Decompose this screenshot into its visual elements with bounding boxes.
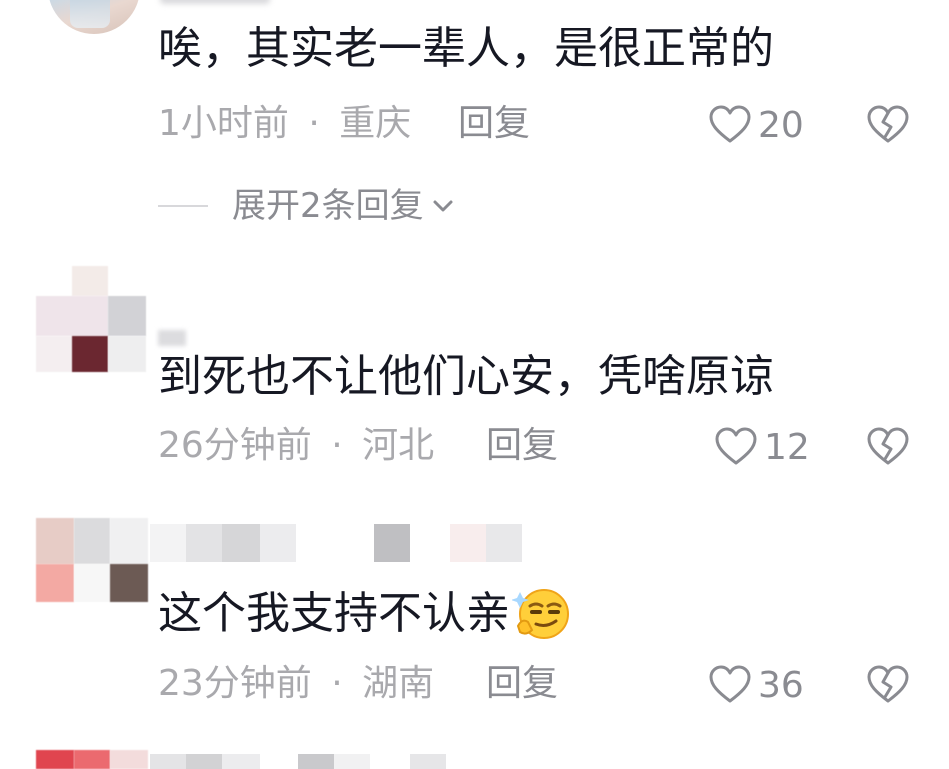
comment-meta: 23分钟前 · 湖南 — [158, 664, 434, 704]
meta-separator: · — [331, 425, 343, 466]
like-count: 36 — [758, 665, 804, 706]
avatar[interactable] — [36, 750, 148, 769]
expand-divider — [158, 205, 208, 207]
avatar[interactable] — [48, 0, 140, 34]
comment-meta: 26分钟前 · 河北 — [158, 426, 434, 466]
username-blurred[interactable] — [158, 330, 186, 346]
meta-separator: · — [308, 103, 320, 144]
comment-location: 湖南 — [362, 663, 435, 704]
comment-text-content: 这个我支持不认亲 — [158, 588, 510, 639]
comment-text: 唉，其实老一辈人，是很正常的 — [158, 23, 774, 74]
dislike-button[interactable] — [866, 664, 910, 708]
dislike-button[interactable] — [866, 104, 910, 148]
expand-replies-button[interactable]: 展开2条回复 — [158, 186, 454, 226]
comment-text: 这个我支持不认亲 — [158, 586, 572, 642]
reply-button[interactable]: 回复 — [486, 426, 558, 466]
comment-location: 重庆 — [339, 103, 412, 144]
like-count: 20 — [758, 105, 804, 146]
meta-separator: · — [331, 663, 343, 704]
like-button[interactable]: 12 — [714, 426, 810, 470]
like-button[interactable]: 20 — [708, 104, 804, 148]
expand-replies-label: 展开2条回复 — [232, 186, 424, 226]
smirk-emoji-icon — [512, 586, 572, 642]
avatar[interactable] — [36, 266, 146, 374]
reply-button[interactable]: 回复 — [486, 664, 558, 704]
heart-outline-icon — [714, 426, 758, 470]
like-button[interactable]: 36 — [708, 664, 804, 708]
comment-text: 到死也不让他们心安，凭啥原谅 — [158, 351, 774, 402]
like-count: 12 — [764, 427, 810, 468]
comment-meta: 1小时前 · 重庆 — [158, 104, 411, 144]
heart-outline-icon — [708, 664, 752, 708]
broken-heart-icon — [866, 427, 910, 470]
comment-location: 河北 — [362, 425, 435, 466]
chevron-down-icon — [432, 198, 454, 214]
heart-outline-icon — [708, 104, 752, 148]
avatar[interactable] — [36, 518, 148, 602]
username-blurred[interactable] — [160, 0, 270, 4]
comment-time: 26分钟前 — [158, 425, 312, 466]
comment-time: 23分钟前 — [158, 663, 312, 704]
broken-heart-icon — [866, 665, 910, 708]
comment-time: 1小时前 — [158, 103, 289, 144]
broken-heart-icon — [866, 105, 910, 148]
reply-button[interactable]: 回复 — [458, 104, 530, 144]
dislike-button[interactable] — [866, 426, 910, 470]
